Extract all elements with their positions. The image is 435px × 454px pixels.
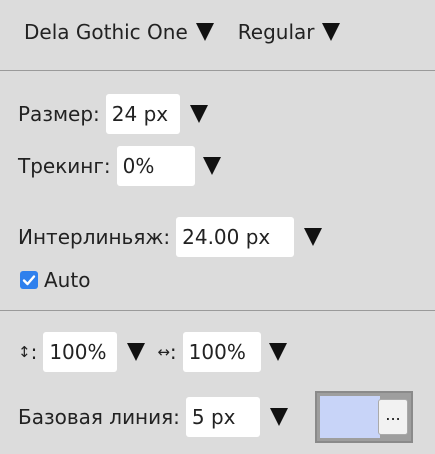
divider-middle	[0, 310, 435, 311]
auto-leading-row: Auto	[20, 268, 90, 292]
tracking-row: Трекинг: 0%	[18, 146, 221, 186]
text-color-picker[interactable]: ...	[315, 391, 413, 443]
vertical-scale-colon: :	[30, 340, 38, 364]
horizontal-scale-input[interactable]: 100%	[182, 332, 261, 372]
size-label: Размер:	[18, 102, 100, 126]
divider-top	[0, 70, 435, 71]
size-row: Размер: 24 px	[18, 94, 208, 134]
baseline-label: Базовая линия:	[18, 405, 180, 429]
tracking-label: Трекинг:	[18, 154, 111, 178]
horizontal-scale-colon: :	[169, 340, 177, 364]
leading-input[interactable]: 24.00 px	[176, 217, 295, 257]
leading-label: Интерлиньяж:	[18, 225, 171, 249]
auto-leading-checkbox[interactable]	[20, 271, 38, 289]
leading-dropdown-arrow-icon[interactable]	[304, 228, 323, 246]
baseline-dropdown-arrow-icon[interactable]	[269, 408, 288, 426]
size-input[interactable]: 24 px	[105, 94, 180, 134]
font-selector-row: Dela Gothic One Regular	[24, 20, 341, 44]
font-style-label: Regular	[237, 20, 315, 44]
font-family-dropdown[interactable]: Dela Gothic One	[24, 20, 214, 44]
vertical-scale-input[interactable]: 100%	[43, 332, 118, 372]
font-family-label: Dela Gothic One	[24, 20, 188, 44]
font-family-dropdown-arrow-icon	[195, 23, 214, 41]
font-style-dropdown[interactable]: Regular	[238, 20, 341, 44]
horizontal-scale-icon: ↔	[157, 343, 170, 361]
size-dropdown-arrow-icon[interactable]	[189, 105, 208, 123]
leading-row: Интерлиньяж: 24.00 px	[18, 217, 323, 257]
baseline-input[interactable]: 5 px	[185, 397, 260, 437]
baseline-row: Базовая линия: 5 px	[18, 397, 288, 437]
vertical-scale-dropdown-arrow-icon[interactable]	[127, 343, 146, 361]
checkmark-icon	[22, 275, 36, 286]
font-style-dropdown-arrow-icon	[322, 23, 341, 41]
horizontal-scale-dropdown-arrow-icon[interactable]	[268, 343, 287, 361]
color-swatch[interactable]	[320, 396, 380, 438]
color-more-button[interactable]: ...	[378, 399, 408, 435]
tracking-dropdown-arrow-icon[interactable]	[202, 157, 221, 175]
auto-leading-label: Auto	[44, 268, 91, 292]
vertical-scale-icon: ↕	[18, 343, 31, 361]
tracking-input[interactable]: 0%	[116, 146, 195, 186]
text-properties-panel: Dela Gothic One Regular Размер: 24 px Тр…	[0, 0, 435, 454]
scale-row: ↕ : 100% ↔ : 100%	[18, 332, 287, 372]
